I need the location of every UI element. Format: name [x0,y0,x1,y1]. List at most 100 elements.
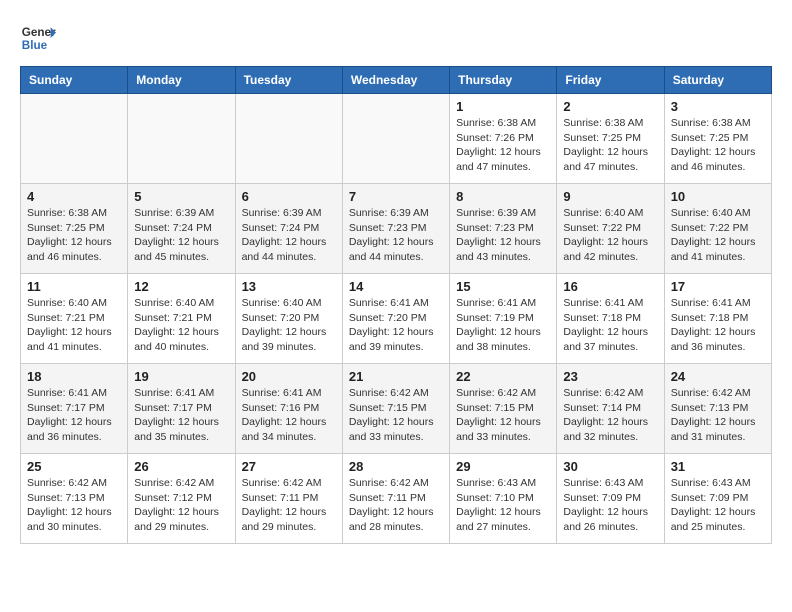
calendar-week-1: 1 Sunrise: 6:38 AMSunset: 7:26 PMDaylight… [21,94,772,184]
day-info: Sunrise: 6:42 AMSunset: 7:13 PMDaylight:… [671,386,765,445]
day-number: 7 [349,189,443,204]
calendar-cell: 5Sunrise: 6:39 AMSunset: 7:24 PMDaylight… [128,184,235,274]
calendar-cell: 10Sunrise: 6:40 AMSunset: 7:22 PMDayligh… [664,184,771,274]
day-info: Sunrise: 6:38 AMSunset: 7:25 PMDaylight:… [27,206,121,265]
calendar-cell: 26 Sunrise: 6:42 AMSunset: 7:12 PMDayligh… [128,454,235,544]
day-number: 4 [27,189,121,204]
day-info: Sunrise: 6:39 AMSunset: 7:23 PMDaylight:… [349,206,443,265]
day-info: Sunrise: 6:41 AMSunset: 7:17 PMDaylight:… [27,386,121,445]
calendar-cell: 8 Sunrise: 6:39 AMSunset: 7:23 PMDaylight… [450,184,557,274]
calendar-header-sunday: Sunday [21,67,128,94]
calendar-cell: 21 Sunrise: 6:42 AMSunset: 7:15 PMDayligh… [342,364,449,454]
day-number: 17 [671,279,765,294]
day-info: Sunrise: 6:43 AMSunset: 7:09 PMDaylight:… [671,476,765,535]
calendar-cell: 24 Sunrise: 6:42 AMSunset: 7:13 PMDayligh… [664,364,771,454]
calendar-cell: 25 Sunrise: 6:42 AMSunset: 7:13 PMDayligh… [21,454,128,544]
day-number: 10 [671,189,765,204]
day-info: Sunrise: 6:41 AMSunset: 7:18 PMDaylight:… [563,296,657,355]
calendar-cell: 27 Sunrise: 6:42 AMSunset: 7:11 PMDayligh… [235,454,342,544]
calendar-cell: 13 Sunrise: 6:40 AMSunset: 7:20 PMDayligh… [235,274,342,364]
day-number: 31 [671,459,765,474]
page-header: General Blue [20,20,772,56]
day-info: Sunrise: 6:38 AMSunset: 7:26 PMDaylight:… [456,116,550,175]
calendar-body: 1 Sunrise: 6:38 AMSunset: 7:26 PMDaylight… [21,94,772,544]
day-number: 21 [349,369,443,384]
day-info: Sunrise: 6:38 AMSunset: 7:25 PMDaylight:… [671,116,765,175]
calendar-cell [342,94,449,184]
calendar-cell: 3 Sunrise: 6:38 AMSunset: 7:25 PMDaylight… [664,94,771,184]
day-info: Sunrise: 6:42 AMSunset: 7:11 PMDaylight:… [242,476,336,535]
day-info: Sunrise: 6:41 AMSunset: 7:18 PMDaylight:… [671,296,765,355]
calendar-week-2: 4 Sunrise: 6:38 AMSunset: 7:25 PMDaylight… [21,184,772,274]
day-info: Sunrise: 6:42 AMSunset: 7:12 PMDaylight:… [134,476,228,535]
calendar-cell [128,94,235,184]
calendar-cell: 4 Sunrise: 6:38 AMSunset: 7:25 PMDaylight… [21,184,128,274]
calendar-cell: 22 Sunrise: 6:42 AMSunset: 7:15 PMDayligh… [450,364,557,454]
calendar-cell: 29 Sunrise: 6:43 AMSunset: 7:10 PMDayligh… [450,454,557,544]
calendar-cell: 19Sunrise: 6:41 AMSunset: 7:17 PMDayligh… [128,364,235,454]
day-info: Sunrise: 6:43 AMSunset: 7:09 PMDaylight:… [563,476,657,535]
day-number: 11 [27,279,121,294]
calendar-week-3: 11 Sunrise: 6:40 AMSunset: 7:21 PMDayligh… [21,274,772,364]
day-number: 9 [563,189,657,204]
calendar-cell: 14 Sunrise: 6:41 AMSunset: 7:20 PMDayligh… [342,274,449,364]
day-number: 30 [563,459,657,474]
calendar-cell [21,94,128,184]
day-info: Sunrise: 6:41 AMSunset: 7:16 PMDaylight:… [242,386,336,445]
calendar-cell: 15 Sunrise: 6:41 AMSunset: 7:19 PMDayligh… [450,274,557,364]
calendar-cell: 1 Sunrise: 6:38 AMSunset: 7:26 PMDaylight… [450,94,557,184]
day-number: 24 [671,369,765,384]
calendar-cell: 16 Sunrise: 6:41 AMSunset: 7:18 PMDayligh… [557,274,664,364]
day-number: 5 [134,189,228,204]
day-info: Sunrise: 6:39 AMSunset: 7:24 PMDaylight:… [242,206,336,265]
day-number: 2 [563,99,657,114]
day-info: Sunrise: 6:42 AMSunset: 7:15 PMDaylight:… [456,386,550,445]
day-info: Sunrise: 6:42 AMSunset: 7:15 PMDaylight:… [349,386,443,445]
calendar-header-monday: Monday [128,67,235,94]
day-number: 20 [242,369,336,384]
day-info: Sunrise: 6:42 AMSunset: 7:13 PMDaylight:… [27,476,121,535]
day-number: 15 [456,279,550,294]
day-number: 16 [563,279,657,294]
day-info: Sunrise: 6:40 AMSunset: 7:21 PMDaylight:… [134,296,228,355]
day-number: 19 [134,369,228,384]
calendar-header-thursday: Thursday [450,67,557,94]
calendar-cell: 17 Sunrise: 6:41 AMSunset: 7:18 PMDayligh… [664,274,771,364]
calendar-cell: 20 Sunrise: 6:41 AMSunset: 7:16 PMDayligh… [235,364,342,454]
calendar-cell: 28Sunrise: 6:42 AMSunset: 7:11 PMDayligh… [342,454,449,544]
day-info: Sunrise: 6:40 AMSunset: 7:22 PMDaylight:… [563,206,657,265]
day-info: Sunrise: 6:40 AMSunset: 7:21 PMDaylight:… [27,296,121,355]
day-number: 29 [456,459,550,474]
day-number: 12 [134,279,228,294]
calendar-cell: 31 Sunrise: 6:43 AMSunset: 7:09 PMDayligh… [664,454,771,544]
calendar-cell: 6 Sunrise: 6:39 AMSunset: 7:24 PMDaylight… [235,184,342,274]
day-info: Sunrise: 6:41 AMSunset: 7:20 PMDaylight:… [349,296,443,355]
day-number: 26 [134,459,228,474]
logo: General Blue [20,20,56,56]
day-info: Sunrise: 6:39 AMSunset: 7:23 PMDaylight:… [456,206,550,265]
day-number: 3 [671,99,765,114]
day-info: Sunrise: 6:41 AMSunset: 7:19 PMDaylight:… [456,296,550,355]
calendar-cell [235,94,342,184]
day-number: 1 [456,99,550,114]
calendar-header-tuesday: Tuesday [235,67,342,94]
day-number: 22 [456,369,550,384]
day-number: 6 [242,189,336,204]
day-number: 8 [456,189,550,204]
calendar-week-4: 18 Sunrise: 6:41 AMSunset: 7:17 PMDayligh… [21,364,772,454]
day-number: 25 [27,459,121,474]
day-number: 27 [242,459,336,474]
day-number: 28 [349,459,443,474]
calendar-header-saturday: Saturday [664,67,771,94]
day-number: 13 [242,279,336,294]
day-info: Sunrise: 6:38 AMSunset: 7:25 PMDaylight:… [563,116,657,175]
day-number: 14 [349,279,443,294]
calendar-header-row: SundayMondayTuesdayWednesdayThursdayFrid… [21,67,772,94]
calendar-cell: 23Sunrise: 6:42 AMSunset: 7:14 PMDayligh… [557,364,664,454]
svg-text:Blue: Blue [22,39,48,52]
day-info: Sunrise: 6:40 AMSunset: 7:20 PMDaylight:… [242,296,336,355]
calendar-cell: 7 Sunrise: 6:39 AMSunset: 7:23 PMDaylight… [342,184,449,274]
day-info: Sunrise: 6:43 AMSunset: 7:10 PMDaylight:… [456,476,550,535]
day-number: 18 [27,369,121,384]
calendar-cell: 18 Sunrise: 6:41 AMSunset: 7:17 PMDayligh… [21,364,128,454]
